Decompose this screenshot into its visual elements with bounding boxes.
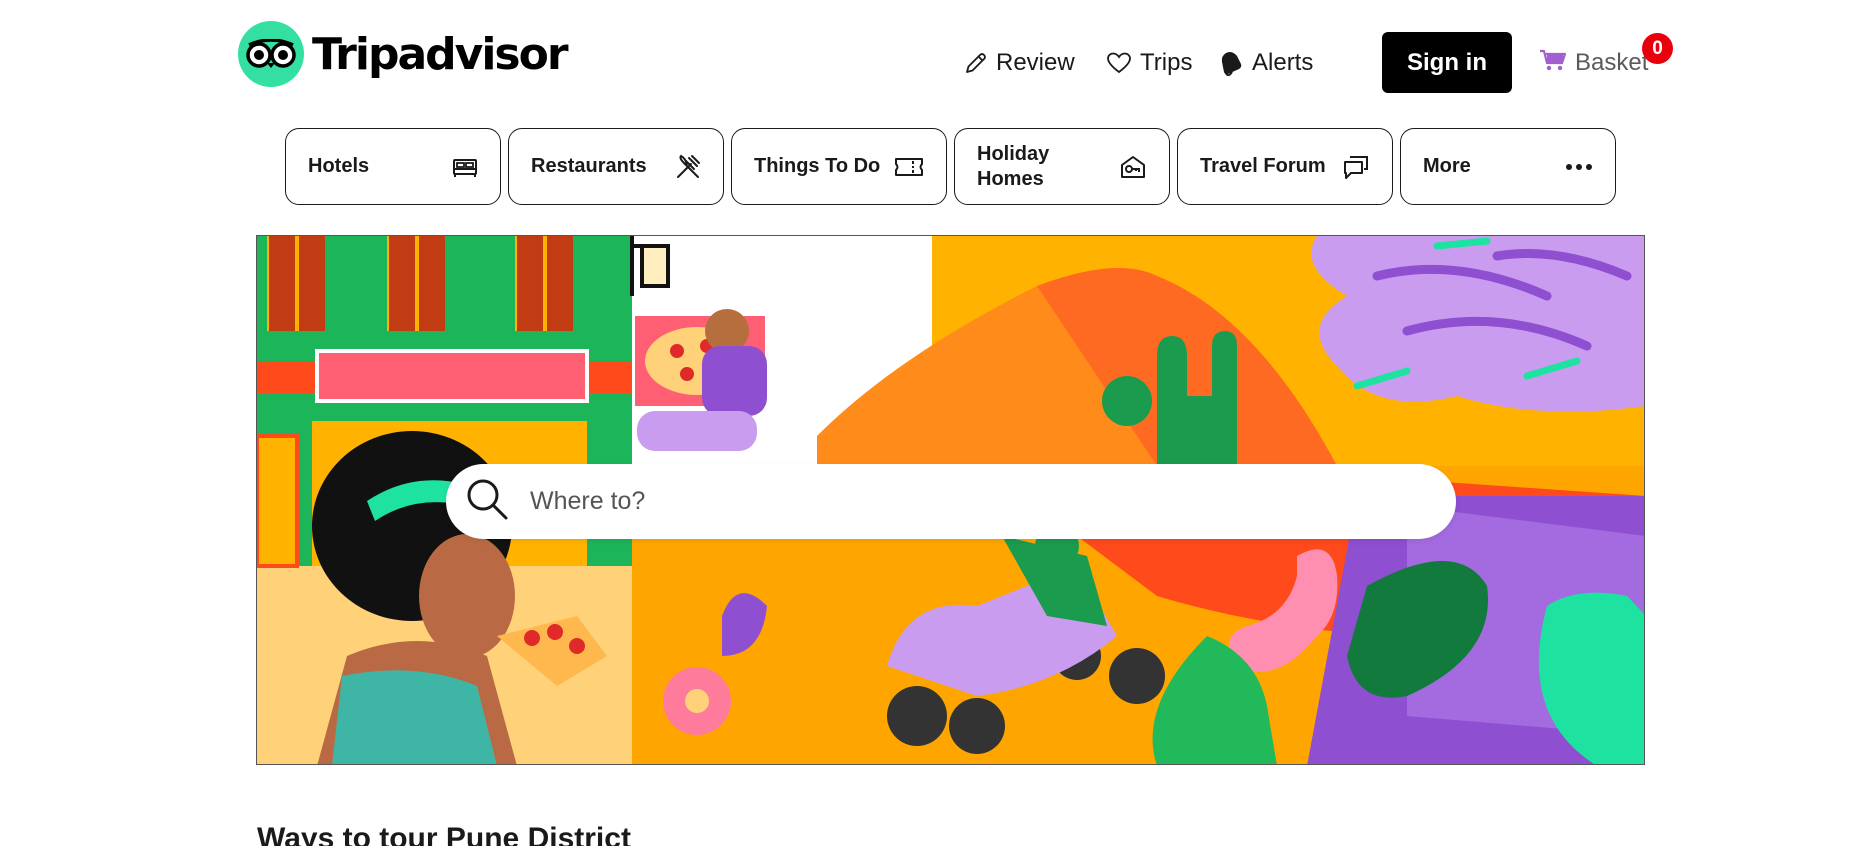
tab-things-to-do[interactable]: Things To Do <box>731 128 947 205</box>
bed-icon <box>452 156 478 178</box>
tab-restaurants[interactable]: Restaurants <box>508 128 724 205</box>
basket-label: Basket <box>1575 49 1649 76</box>
logo-wordmark: Tripadvisor <box>312 28 569 80</box>
sign-in-button[interactable]: Sign in <box>1382 32 1512 93</box>
tab-holiday-homes[interactable]: Holiday Homes <box>954 128 1170 205</box>
alerts-label: Alerts <box>1252 49 1314 76</box>
basket-count-badge: 0 <box>1642 33 1673 64</box>
tripadvisor-logo[interactable]: Tripadvisor <box>238 21 569 87</box>
search-bar[interactable] <box>446 464 1456 539</box>
category-tabs: Hotels Restaurants Things To Do Holiday … <box>285 128 1616 205</box>
tab-label: Things To Do <box>754 155 881 177</box>
section-title: Ways to tour Pune District <box>257 822 631 846</box>
search-icon <box>464 476 510 527</box>
tab-hotels[interactable]: Hotels <box>285 128 501 205</box>
tab-label: Restaurants <box>531 155 647 177</box>
tab-more[interactable]: More <box>1400 128 1616 205</box>
alerts-link[interactable]: Alerts <box>1220 33 1313 93</box>
ticket-icon <box>894 156 924 178</box>
ellipsis-icon <box>1565 163 1593 171</box>
tab-label: Hotels <box>308 155 370 177</box>
bell-icon <box>1220 50 1244 76</box>
trips-label: Trips <box>1140 49 1193 76</box>
tab-label: Travel Forum <box>1200 155 1326 177</box>
owl-eyes-icon <box>238 21 304 87</box>
tab-label: Holiday Homes <box>977 142 1050 190</box>
tab-label: More <box>1423 155 1471 177</box>
trips-link[interactable]: Trips <box>1106 33 1192 93</box>
chat-bubbles-icon <box>1342 154 1370 180</box>
search-input[interactable] <box>530 487 1380 516</box>
review-label: Review <box>996 49 1075 76</box>
heart-icon <box>1106 51 1132 75</box>
review-link[interactable]: Review <box>964 33 1075 93</box>
tab-travel-forum[interactable]: Travel Forum <box>1177 128 1393 205</box>
fork-knife-icon <box>675 154 701 180</box>
pencil-icon <box>964 51 988 75</box>
basket-link[interactable]: Basket <box>1539 33 1648 93</box>
shopping-cart-icon <box>1539 48 1567 79</box>
house-key-icon <box>1119 154 1147 180</box>
